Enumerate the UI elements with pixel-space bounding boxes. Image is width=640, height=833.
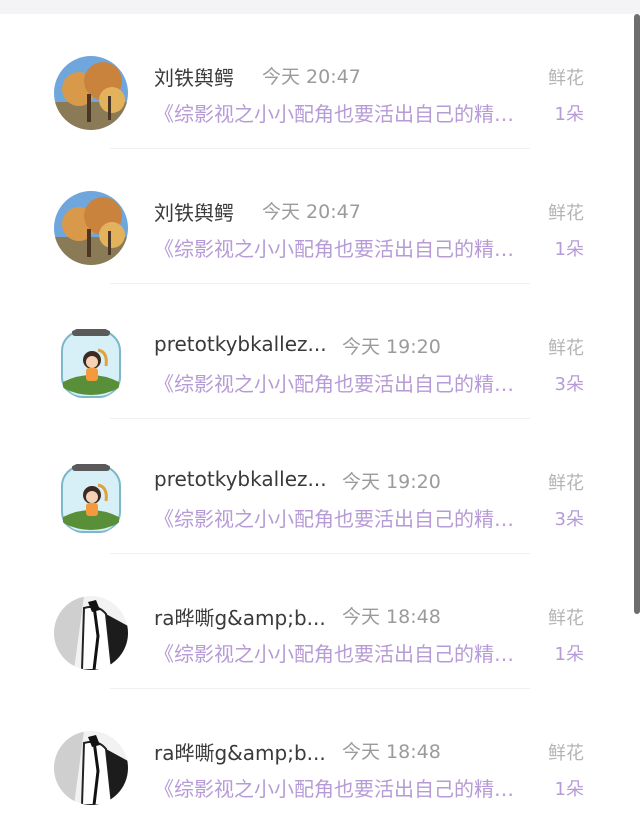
- book-title-link[interactable]: 《综影视之小小配角也要活出自己的精彩》: [154, 368, 530, 397]
- gift-count: 1朵: [554, 239, 584, 260]
- top-band: [0, 0, 640, 14]
- gift-type-label: 鲜花: [548, 743, 584, 764]
- user-avatar[interactable]: [54, 191, 128, 265]
- user-name[interactable]: 刘铁舆鳄: [154, 62, 234, 91]
- gift-count: 1朵: [554, 644, 584, 665]
- gift-count: 3朵: [554, 374, 584, 395]
- gift-type-label: 鲜花: [548, 68, 584, 89]
- user-name[interactable]: 刘铁舆鳄: [154, 197, 234, 226]
- gift-time: 今天 18:48: [342, 741, 441, 763]
- gift-count: 1朵: [554, 104, 584, 125]
- user-avatar[interactable]: [54, 731, 128, 805]
- user-avatar[interactable]: [54, 56, 128, 130]
- gift-record-item[interactable]: 刘铁舆鳄 今天 20:47 鲜花 《综影视之小小配角也要活出自己的精彩》 1朵: [0, 149, 640, 284]
- user-avatar[interactable]: [54, 326, 128, 400]
- gift-record-item[interactable]: 刘铁舆鳄 今天 20:47 鲜花 《综影视之小小配角也要活出自己的精彩》 1朵: [0, 14, 640, 149]
- gift-count: 3朵: [554, 509, 584, 530]
- user-name[interactable]: ra晔嘶g&amp;b...: [154, 602, 326, 631]
- gift-type-label: 鲜花: [548, 338, 584, 359]
- book-title-link[interactable]: 《综影视之小小配角也要活出自己的精彩》: [154, 233, 530, 262]
- gift-time: 今天 20:47: [262, 66, 361, 88]
- gift-time: 今天 20:47: [262, 201, 361, 223]
- autumn-tree-avatar-icon: [54, 56, 128, 130]
- book-title-link[interactable]: 《综影视之小小配角也要活出自己的精彩》: [154, 503, 530, 532]
- gift-time: 今天 18:48: [342, 606, 441, 628]
- gift-record-screen: 刘铁舆鳄 今天 20:47 鲜花 《综影视之小小配角也要活出自己的精彩》 1朵: [0, 0, 640, 833]
- sketch-figure-avatar-icon: [54, 731, 128, 805]
- gift-count: 1朵: [554, 779, 584, 800]
- gift-type-label: 鲜花: [548, 473, 584, 494]
- girl-in-jar-avatar-icon: [54, 461, 128, 535]
- gift-type-label: 鲜花: [548, 608, 584, 629]
- user-avatar[interactable]: [54, 596, 128, 670]
- gift-record-item[interactable]: ra晔嘶g&amp;b... 今天 18:48 鲜花 《综影视之小小配角也要活出…: [0, 554, 640, 689]
- gift-time: 今天 19:20: [342, 471, 441, 493]
- gift-record-list[interactable]: 刘铁舆鳄 今天 20:47 鲜花 《综影视之小小配角也要活出自己的精彩》 1朵: [0, 14, 640, 824]
- autumn-tree-avatar-icon: [54, 191, 128, 265]
- scrollbar[interactable]: [634, 14, 640, 614]
- book-title-link[interactable]: 《综影视之小小配角也要活出自己的精彩》: [154, 638, 530, 667]
- gift-record-item[interactable]: ra晔嘶g&amp;b... 今天 18:48 鲜花 《综影视之小小配角也要活出…: [0, 689, 640, 824]
- sketch-figure-avatar-icon: [54, 596, 128, 670]
- book-title-link[interactable]: 《综影视之小小配角也要活出自己的精彩》: [154, 773, 530, 802]
- girl-in-jar-avatar-icon: [54, 326, 128, 400]
- gift-time: 今天 19:20: [342, 336, 441, 358]
- book-title-link[interactable]: 《综影视之小小配角也要活出自己的精彩》: [154, 98, 530, 127]
- gift-record-item[interactable]: pretotkybkallez... 今天 19:20 鲜花 《综影视之小小配角…: [0, 284, 640, 419]
- gift-type-label: 鲜花: [548, 203, 584, 224]
- gift-record-item[interactable]: pretotkybkallez... 今天 19:20 鲜花 《综影视之小小配角…: [0, 419, 640, 554]
- user-name[interactable]: ra晔嘶g&amp;b...: [154, 737, 326, 766]
- user-avatar[interactable]: [54, 461, 128, 535]
- user-name[interactable]: pretotkybkallez...: [154, 332, 327, 356]
- user-name[interactable]: pretotkybkallez...: [154, 467, 327, 491]
